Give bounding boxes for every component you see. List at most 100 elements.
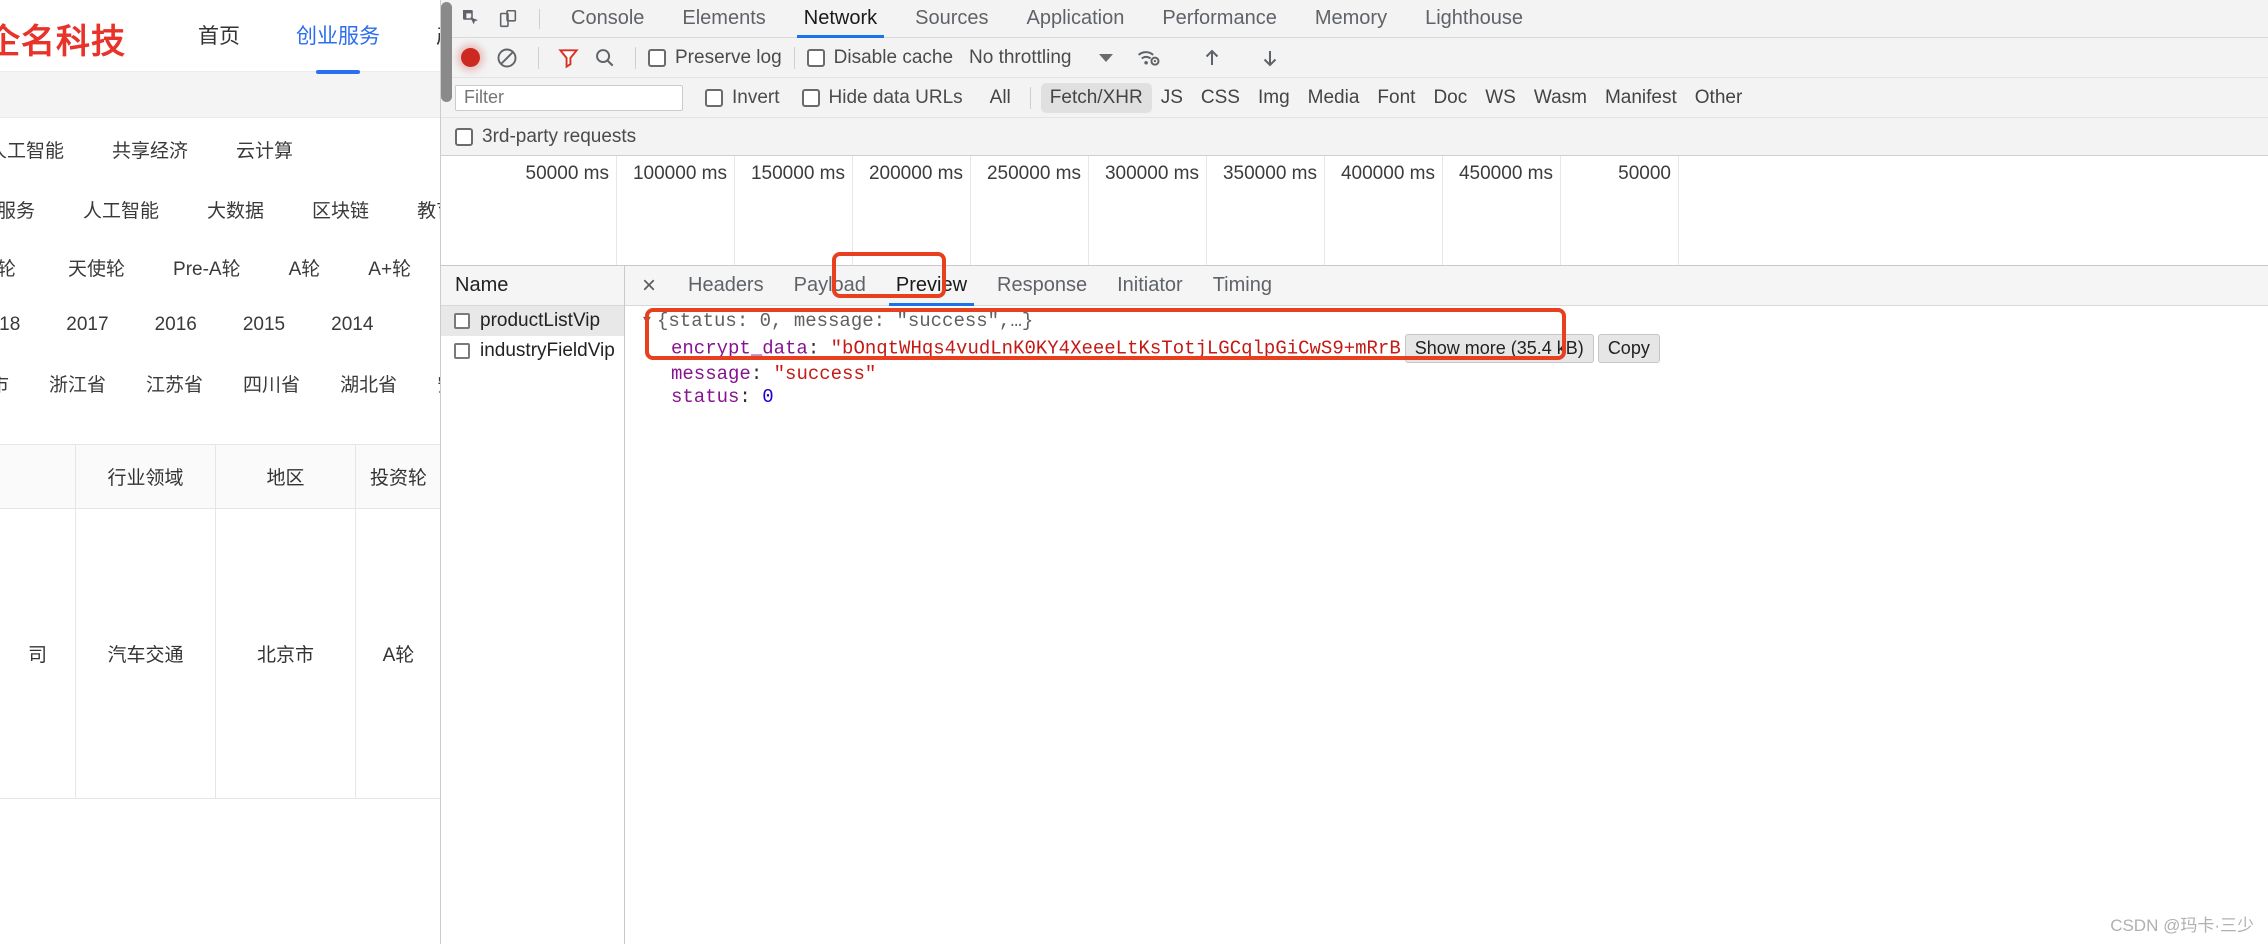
request-row-industryfieldvip[interactable]: industryFieldVip (441, 336, 624, 366)
ruler-tick: 250000 ms (971, 156, 1089, 265)
preview-json-viewer[interactable]: ▼ {status: 0, message: "success",…} encry… (625, 306, 2268, 944)
tab-console[interactable]: Console (552, 0, 663, 38)
tab-performance[interactable]: Performance (1143, 0, 1296, 38)
invert-checkbox[interactable]: Invert (705, 87, 780, 109)
tab-memory[interactable]: Memory (1296, 0, 1406, 38)
ruler-tick: 450000 ms (1443, 156, 1561, 265)
filter-chip[interactable]: 2017 (66, 314, 108, 336)
disable-cache-checkbox[interactable]: Disable cache (806, 46, 954, 69)
request-list-pane: Name productListVip industryFieldVip (441, 266, 625, 944)
inspect-element-icon[interactable] (455, 4, 489, 34)
filter-input[interactable] (455, 84, 683, 111)
search-icon[interactable] (587, 43, 621, 73)
watermark: CSDN @玛卡·三少 (2110, 916, 2254, 935)
resource-type-other[interactable]: Other (1686, 83, 1752, 113)
filter-chip[interactable]: 云计算 (236, 136, 293, 163)
copy-button[interactable]: Copy (1597, 334, 1660, 363)
filter-chip[interactable]: A轮 (289, 254, 321, 281)
network-main-area: Name productListVip industryFieldVip × H… (441, 266, 2268, 944)
filter-chip[interactable]: 市 (0, 370, 9, 397)
close-icon[interactable]: × (635, 273, 663, 298)
filter-chip[interactable]: A+轮 (368, 254, 411, 281)
import-har-icon[interactable] (1195, 43, 1229, 73)
preserve-log-checkbox[interactable]: Preserve log (648, 47, 782, 69)
filter-chip[interactable]: 湖北省 (340, 370, 397, 397)
request-list-column-header[interactable]: Name (441, 266, 624, 306)
detail-tab-response[interactable]: Response (982, 266, 1102, 306)
ruler-spacer (441, 156, 499, 265)
detail-tab-timing[interactable]: Timing (1198, 266, 1287, 306)
filter-funnel-icon[interactable] (551, 43, 585, 73)
network-conditions-icon[interactable] (1131, 43, 1165, 73)
filter-chip[interactable]: 2018 (0, 314, 20, 336)
resource-type-doc[interactable]: Doc (1424, 83, 1476, 113)
tab-lighthouse[interactable]: Lighthouse (1406, 0, 1542, 38)
toolbar-divider (635, 46, 636, 69)
filter-chip[interactable]: 天使轮 (68, 254, 125, 281)
third-party-requests-checkbox[interactable]: 3rd-party requests (455, 126, 636, 148)
chevron-down-icon[interactable] (1099, 53, 1114, 62)
toolbar-divider (539, 8, 540, 29)
resource-type-all[interactable]: All (981, 83, 1020, 113)
chevron-down-icon[interactable]: ▼ (643, 309, 657, 332)
filter-chip[interactable]: 2016 (155, 314, 197, 336)
site-logo: 企名科技 (0, 23, 126, 61)
detail-tab-headers[interactable]: Headers (673, 266, 779, 306)
ruler-tick-label: 150000 ms (750, 163, 845, 184)
json-root-line[interactable]: ▼ {status: 0, message: "success",…} (625, 310, 2268, 334)
filter-chip[interactable]: 2014 (331, 314, 373, 336)
detail-tab-initiator[interactable]: Initiator (1102, 266, 1198, 306)
resource-type-manifest[interactable]: Manifest (1596, 83, 1686, 113)
filter-chip[interactable]: 江苏省 (146, 370, 203, 397)
tab-network[interactable]: Network (785, 0, 896, 38)
resource-type-media[interactable]: Media (1299, 83, 1369, 113)
device-toolbar-icon[interactable] (491, 4, 525, 34)
page-scrollbar-thumb[interactable] (441, 2, 452, 102)
clear-icon[interactable] (490, 43, 524, 73)
nav-item-home[interactable]: 首页 (198, 20, 240, 52)
ruler-tick: 350000 ms (1207, 156, 1325, 265)
resource-type-wasm[interactable]: Wasm (1525, 83, 1596, 113)
network-timeline-overview[interactable]: 50000 ms 100000 ms 150000 ms 200000 ms 2… (441, 156, 2268, 266)
detail-tab-preview[interactable]: Preview (881, 266, 982, 306)
throttling-select[interactable]: No throttling (969, 47, 1071, 69)
filter-chip[interactable]: 人工智能 (0, 136, 64, 163)
tab-sources[interactable]: Sources (896, 0, 1007, 38)
resource-type-img[interactable]: Img (1249, 83, 1299, 113)
detail-tab-payload[interactable]: Payload (779, 266, 881, 306)
record-button-icon[interactable] (461, 48, 480, 67)
filter-chip[interactable]: 子轮 (0, 254, 16, 281)
filter-chip[interactable]: 区块链 (312, 196, 369, 223)
checkbox-box (705, 88, 723, 107)
filter-chip[interactable]: 浙江省 (49, 370, 106, 397)
resource-type-css[interactable]: CSS (1192, 83, 1249, 113)
filter-chip[interactable]: 人工智能 (83, 196, 159, 223)
filter-chip[interactable]: 大数据 (207, 196, 264, 223)
request-name: industryFieldVip (480, 340, 615, 361)
filter-chip[interactable]: 2015 (243, 314, 285, 336)
third-party-toolbar: 3rd-party requests (441, 118, 2268, 156)
ruler-tick: 50000 (1561, 156, 1679, 265)
resource-type-ws[interactable]: WS (1476, 83, 1525, 113)
ruler-tick: 300000 ms (1089, 156, 1207, 265)
resource-type-font[interactable]: Font (1368, 83, 1424, 113)
hide-data-urls-checkbox[interactable]: Hide data URLs (801, 87, 963, 109)
resource-type-fetch-xhr[interactable]: Fetch/XHR (1040, 82, 1152, 113)
toolbar-divider (793, 46, 795, 69)
request-row-productlistvip[interactable]: productListVip (441, 306, 624, 336)
resource-type-js[interactable]: JS (1152, 83, 1192, 113)
disable-cache-label: Disable cache (833, 46, 954, 68)
nav-item-startup-service[interactable]: 创业服务 (296, 20, 380, 52)
table-col-header (0, 445, 76, 508)
filter-chip[interactable]: Pre-A轮 (173, 254, 241, 281)
json-value-encrypt-data: "bOnqtWHqs4vudLnK0KY4XeeeLtKsTotjLGCqlpG… (830, 337, 1401, 360)
filter-chip[interactable]: 活服务 (0, 196, 35, 223)
toolbar-divider (1029, 86, 1031, 109)
tab-elements[interactable]: Elements (663, 0, 784, 38)
json-encrypt-data-line[interactable]: encrypt_data: "bOnqtWHqs4vudLnK0KY4XeeeL… (625, 334, 2268, 363)
tab-application[interactable]: Application (1008, 0, 1144, 38)
filter-chip[interactable]: 四川省 (243, 370, 300, 397)
show-more-button[interactable]: Show more (35.4 kB) (1404, 334, 1594, 363)
export-har-icon[interactable] (1253, 43, 1287, 73)
filter-chip[interactable]: 共享经济 (112, 136, 188, 163)
